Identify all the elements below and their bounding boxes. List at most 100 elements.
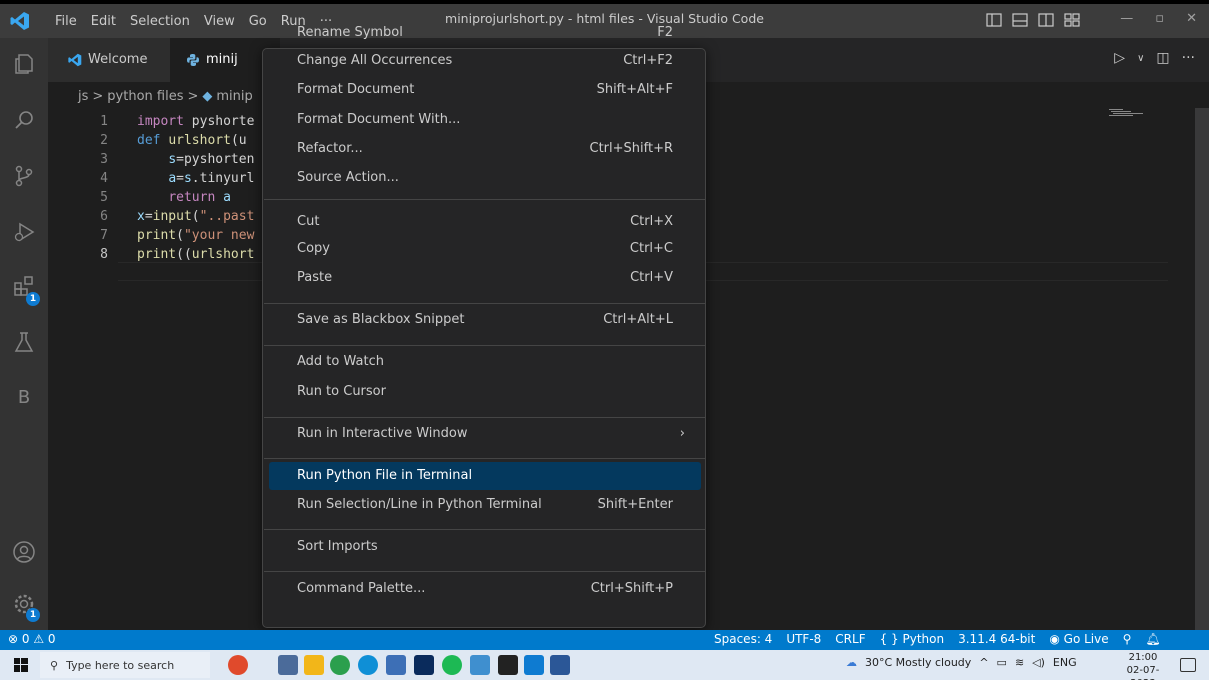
menu-item-copy[interactable]: Copy Ctrl+C: [269, 235, 701, 263]
action-center-icon[interactable]: [1180, 658, 1196, 672]
cortana-app-icon[interactable]: [228, 655, 248, 675]
code-token: a: [168, 171, 177, 186]
run-debug-icon[interactable]: [12, 220, 36, 244]
split-editor-icon[interactable]: ◫: [1156, 50, 1169, 68]
menu-item-run-to-cursor[interactable]: Run to Cursor: [269, 378, 701, 406]
terminal-icon[interactable]: [498, 655, 518, 675]
code-token: import: [137, 114, 192, 129]
feedback-icon[interactable]: ⚲: [1123, 632, 1132, 646]
menu-item-add-to-watch[interactable]: Add to Watch: [269, 348, 701, 376]
editor-actions: ▷ ∨ ◫ ···: [1114, 50, 1195, 68]
menu-item-label: Run Python File in Terminal: [297, 468, 473, 483]
file-explorer-icon[interactable]: [304, 655, 324, 675]
code-text: import pyshorte: [137, 114, 254, 129]
encoding-status[interactable]: UTF-8: [786, 632, 821, 646]
toggle-secondary-sidebar-icon[interactable]: [1037, 11, 1055, 29]
menu-item-run-selection-python-terminal[interactable]: Run Selection/Line in Python Terminal Shi…: [269, 491, 701, 519]
windows-start-icon[interactable]: [14, 658, 28, 672]
sticky-app-icon[interactable]: [470, 655, 490, 675]
code-token: "..past: [199, 209, 255, 224]
customize-layout-icon[interactable]: [1063, 11, 1081, 29]
weather-cloud-icon[interactable]: ☁: [846, 656, 857, 669]
taskbar-search[interactable]: ⚲ Type here to search: [40, 652, 210, 678]
menu-item-shortcut: Ctrl+Shift+P: [590, 581, 673, 596]
breadcrumb-python-files[interactable]: python files: [107, 89, 183, 104]
menu-item-source-action[interactable]: Source Action...: [269, 164, 701, 192]
blackbox-icon[interactable]: B: [12, 386, 36, 410]
volume-icon[interactable]: ◁): [1032, 656, 1045, 669]
menu-item-save-blackbox-snippet[interactable]: Save as Blackbox Snippet Ctrl+Alt+L: [269, 306, 701, 334]
run-dropdown-chevron-icon[interactable]: ∨: [1137, 50, 1144, 68]
menu-file[interactable]: File: [48, 11, 84, 33]
breadcrumb-js[interactable]: js: [78, 89, 88, 104]
menu-item-refactor[interactable]: Refactor... Ctrl+Shift+R: [269, 135, 701, 163]
task-view-icon[interactable]: [278, 655, 298, 675]
search-icon[interactable]: [12, 108, 36, 132]
menu-item-format-document-with[interactable]: Format Document With...: [269, 106, 701, 134]
code-text: return a: [137, 190, 231, 205]
breadcrumb-separator: >: [92, 89, 104, 104]
menu-item-format-document[interactable]: Format Document Shift+Alt+F: [269, 76, 701, 104]
more-actions-icon[interactable]: ···: [1182, 50, 1195, 68]
battery-icon[interactable]: ▭: [997, 656, 1007, 669]
menu-item-rename-symbol[interactable]: Rename Symbol F2: [269, 19, 701, 47]
menu-separator: [264, 345, 706, 346]
notifications-bell-icon[interactable]: 🔔︎: [1145, 632, 1160, 646]
toggle-primary-sidebar-icon[interactable]: [985, 11, 1003, 29]
menu-separator: [264, 458, 706, 459]
menu-item-label: Change All Occurrences: [297, 53, 453, 68]
go-live-button[interactable]: ◉ Go Live: [1049, 632, 1108, 646]
status-bar: ⊗ 0 ⚠ 0 Spaces: 4 UTF-8 CRLF { } Python …: [0, 630, 1209, 650]
code-text: def urlshort(u: [137, 133, 247, 148]
breadcrumb-file[interactable]: minip: [216, 89, 252, 104]
menu-separator: [264, 199, 706, 200]
code-token: =: [176, 171, 184, 186]
system-tray: ☁ 30°C Mostly cloudy ^ ▭ ≋ ◁) ENG: [846, 656, 1077, 669]
menu-item-run-interactive-window[interactable]: Run in Interactive Window ›: [269, 420, 701, 448]
toggle-panel-icon[interactable]: [1011, 11, 1029, 29]
explorer-icon[interactable]: [12, 52, 36, 76]
minimize-icon[interactable]: —: [1120, 11, 1133, 26]
vscode-taskbar-icon[interactable]: [524, 655, 544, 675]
menu-selection[interactable]: Selection: [123, 11, 197, 33]
source-control-icon[interactable]: [12, 164, 36, 188]
testing-icon[interactable]: [12, 330, 36, 354]
edge-icon[interactable]: [358, 655, 378, 675]
spotify-icon[interactable]: [442, 655, 462, 675]
menu-item-paste[interactable]: Paste Ctrl+V: [269, 264, 701, 292]
scrollbar-thumb[interactable]: [1195, 108, 1209, 630]
go-live-label: Go Live: [1063, 632, 1109, 646]
taskbar-clock[interactable]: 21:00 02-07-2023: [1118, 651, 1168, 680]
eol-status[interactable]: CRLF: [835, 632, 865, 646]
tray-overflow-chevron-icon[interactable]: ^: [979, 656, 988, 669]
indentation-status[interactable]: Spaces: 4: [714, 632, 772, 646]
code-token: print: [137, 247, 177, 262]
menu-item-command-palette[interactable]: Command Palette... Ctrl+Shift+P: [269, 575, 701, 603]
menu-item-cut[interactable]: Cut Ctrl+X: [269, 208, 701, 236]
word-icon[interactable]: [550, 655, 570, 675]
minimap[interactable]: [1109, 108, 1143, 118]
close-icon[interactable]: ✕: [1186, 11, 1197, 26]
vscode-logo-icon[interactable]: [10, 11, 30, 31]
vertical-scrollbar[interactable]: [1195, 108, 1209, 630]
photoshop-icon[interactable]: [414, 655, 434, 675]
chrome-icon[interactable]: [330, 655, 350, 675]
menu-item-shortcut: Ctrl+C: [629, 241, 673, 256]
maximize-icon[interactable]: ▫: [1155, 11, 1164, 26]
accounts-icon[interactable]: [12, 540, 36, 564]
run-python-file-icon[interactable]: ▷: [1114, 50, 1125, 68]
language-mode-status[interactable]: { } Python: [880, 632, 945, 646]
problems-status[interactable]: ⊗ 0 ⚠ 0: [8, 632, 56, 646]
python-interpreter-status[interactable]: 3.11.4 64-bit: [958, 632, 1035, 646]
menu-view[interactable]: View: [197, 11, 242, 33]
menu-item-change-all-occurrences[interactable]: Change All Occurrences Ctrl+F2: [269, 47, 701, 75]
menu-edit[interactable]: Edit: [84, 11, 123, 33]
menu-item-sort-imports[interactable]: Sort Imports: [269, 533, 701, 561]
wifi-icon[interactable]: ≋: [1015, 656, 1024, 669]
code-text: a=s.tinyurl: [137, 171, 254, 186]
weather-text[interactable]: 30°C Mostly cloudy: [865, 656, 971, 669]
tab-welcome[interactable]: Welcome: [48, 38, 170, 82]
input-language[interactable]: ENG: [1053, 656, 1077, 669]
calculator-icon[interactable]: [386, 655, 406, 675]
menu-item-run-python-file-terminal[interactable]: Run Python File in Terminal: [269, 462, 701, 490]
